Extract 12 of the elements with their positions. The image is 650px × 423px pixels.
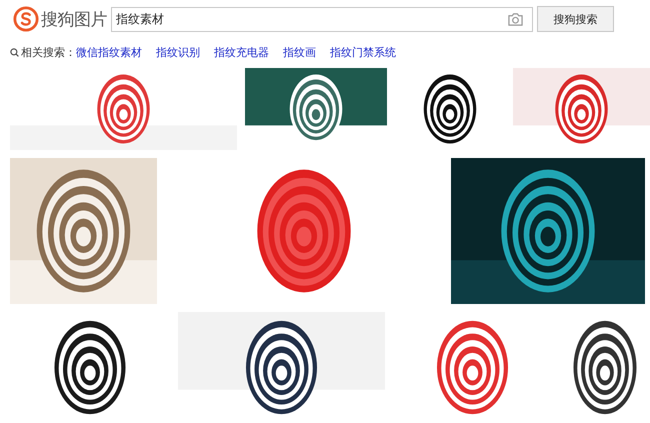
related-link[interactable]: 微信指纹素材	[76, 44, 142, 60]
camera-icon[interactable]	[507, 12, 524, 26]
related-link[interactable]: 指纹充电器	[214, 44, 269, 60]
search-field[interactable]: 指纹素材	[111, 6, 533, 32]
logo-text: 搜狗图片	[41, 8, 107, 30]
related-link[interactable]: 指纹画	[283, 44, 316, 60]
search-icon	[10, 48, 19, 56]
related-link[interactable]: 指纹识别	[156, 44, 200, 60]
related-label: 相关搜索：	[21, 44, 76, 60]
related-link[interactable]: 指纹门禁系统	[330, 44, 396, 60]
search-button[interactable]: 搜狗搜索	[537, 6, 614, 32]
logo-icon	[13, 6, 39, 32]
